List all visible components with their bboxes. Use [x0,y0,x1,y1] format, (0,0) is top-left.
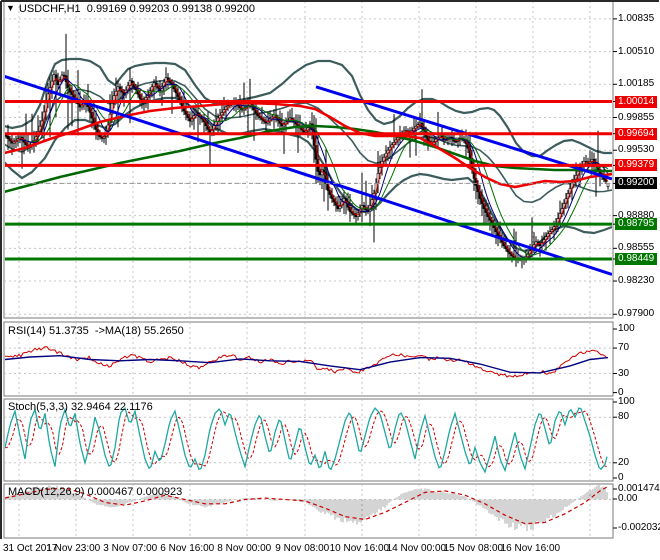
main-panel[interactable] [0,1,613,318]
time-axis-label: 10 Nov 16:00 [329,543,390,554]
chart-window: ▼ USDCHF,H1 0.99169 0.99203 0.99138 0.992… [0,0,660,560]
stoch-axis-tick: 0 [618,472,624,483]
price-axis-tick: 0.99530 [618,144,655,156]
support-price-label: 0.98449 [615,252,658,265]
rsi-axis-tick: 70 [618,342,630,354]
candle-wicks [5,33,609,269]
stoch-axis-tick: 80 [618,411,630,423]
price-axis-tick: 0.99855 [618,111,655,123]
price-chart-svg[interactable] [0,0,660,560]
price-axis-tick: 1.00185 [618,78,655,90]
stoch-axis-tick: 100 [618,396,635,407]
chart-title: ▼ USDCHF,H1 0.99169 0.99203 0.99138 0.992… [6,3,255,15]
price-axis-tick: 0.98555 [618,242,655,254]
price-axis-tick: 0.98230 [618,275,655,287]
rsi-axis-tick: 30 [618,367,630,379]
price-axis-tick: 1.00835 [618,12,655,24]
macd-axis-tick: -0.002032 [618,522,660,533]
support-price-label: 0.98795 [615,218,658,231]
price-axis-tick: 0.97900 [618,308,655,320]
time-axis-label: 9 Nov 08:00 [275,543,330,554]
macd-axis-tick: 0.00 [618,493,638,504]
time-axis-label: 8 Nov 00:00 [217,543,272,554]
price-axis-tick: 1.00510 [618,45,655,57]
resistance-price-label: 0.99694 [615,127,658,140]
rsi-indicator-label: RSI(14) 51.3735 ->MA(18) 55.2650 [8,325,184,337]
time-axis-label: 16 Nov 16:00 [500,543,561,554]
time-axis-label: 14 Nov 00:00 [386,543,447,554]
chart-dropdown-icon[interactable]: ▼ [6,2,15,14]
main-panel-border [3,0,614,319]
time-axis-label: 3 Nov 07:00 [103,543,158,554]
current-price-label: 0.99200 [615,177,658,190]
time-axis-label: 15 Nov 08:00 [443,543,504,554]
time-axis-label: 1 Nov 23:00 [46,543,101,554]
stoch-axis-tick: 20 [618,456,630,468]
rsi-axis-tick: 100 [618,323,635,334]
time-axis-label: 6 Nov 16:00 [160,543,215,554]
rsi-ma-line [5,354,609,374]
symbol-ohlc-text: USDCHF,H1 0.99169 0.99203 0.99138 0.9920… [18,3,255,15]
macd-indicator-label: MACD(12,26,9) 0.000467 0.000923 [8,486,183,498]
resistance-price-label: 1.00014 [615,95,658,108]
resistance-price-label: 0.99379 [615,159,658,172]
trendline-lower[interactable] [0,74,612,276]
stoch-indicator-label: Stoch(5,3,3) 32.9464 22.1176 [8,401,153,413]
